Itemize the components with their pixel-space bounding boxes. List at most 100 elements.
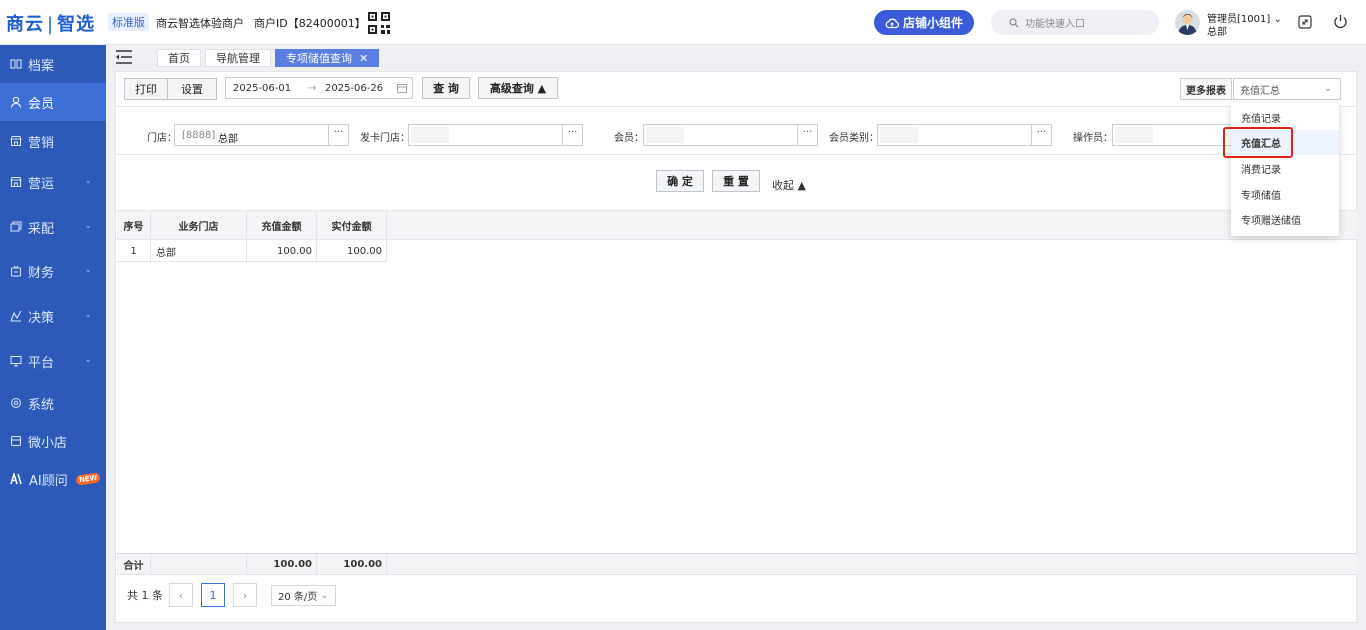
sidebar-item-marketing[interactable]: 营销 <box>0 122 106 160</box>
store-label: 门店： <box>147 133 177 144</box>
ai-icon <box>10 473 22 485</box>
current-page-button[interactable]: 1 <box>201 583 225 607</box>
column-header-paid: 实付金额 <box>317 211 387 240</box>
monitor-icon <box>10 356 22 367</box>
chevron-down-icon: ⌄ <box>84 221 92 231</box>
divider <box>116 106 1356 107</box>
date-arrow: → <box>308 83 317 94</box>
gear-icon <box>11 398 21 408</box>
power-icon[interactable] <box>1333 14 1348 29</box>
sidebar-item-member[interactable]: 会员 <box>0 83 106 121</box>
top-header: 商云 | 智选 标准版 商云智选体验商户 商户ID【82400001】 店铺小组件 … <box>0 0 1366 45</box>
menu-item-special-stored[interactable]: 专项储值 <box>1231 182 1339 207</box>
close-icon[interactable]: ✕ <box>359 52 368 65</box>
tab-nav-management[interactable]: 导航管理 <box>205 49 271 67</box>
date-to[interactable]: 2025-06-26 <box>325 83 383 94</box>
sidebar-item-procurement[interactable]: 采配 ⌄ <box>0 208 106 246</box>
user-icon <box>10 96 22 108</box>
merchant-name: 商云智选体验商户 <box>156 17 244 30</box>
chevron-down-icon: ⌄ <box>84 355 92 365</box>
prev-page-button[interactable]: ‹ <box>169 583 193 607</box>
column-header-charge: 充值金额 <box>247 211 317 240</box>
cell-store: 总部 <box>151 241 247 262</box>
chart-icon <box>10 310 22 322</box>
box-icon <box>10 221 22 232</box>
sidebar-item-decision[interactable]: 决策 ⌄ <box>0 297 106 335</box>
pager-total: 共 1 条 <box>127 589 163 602</box>
sidebar: 档案 会员 营销 营运 ⌄ 采配 ⌄ 财务 ⌄ 决策 ⌄ 平台 ⌄ 系统 微小店 <box>0 45 106 630</box>
footer-label: 合计 <box>117 554 151 575</box>
sidebar-item-operation[interactable]: 营运 ⌄ <box>0 163 106 201</box>
page-size-select[interactable]: 20 条/页 ⌄ <box>271 585 336 606</box>
card-store-field[interactable]: ··· <box>408 124 583 146</box>
member-picker-button[interactable]: ··· <box>797 125 817 145</box>
sidebar-item-finance[interactable]: 财务 ⌄ <box>0 252 106 290</box>
collapse-toggle[interactable]: 收起 ▲ <box>772 177 806 193</box>
card-store-label: 发卡门店： <box>360 133 410 144</box>
shop-icon <box>10 177 22 187</box>
sidebar-item-platform[interactable]: 平台 ⌄ <box>0 342 106 380</box>
shop-icon <box>10 136 22 146</box>
menu-item-consume-records[interactable]: 消费记录 <box>1231 156 1339 181</box>
highlight-box <box>1223 127 1293 158</box>
quick-search-input[interactable]: 功能快速入口 <box>991 10 1159 35</box>
advanced-query-button[interactable]: 高级查询 ▲ <box>478 77 558 99</box>
member-type-picker-button[interactable]: ··· <box>1031 125 1051 145</box>
menu-item-special-gift-stored[interactable]: 专项赠送储值 <box>1231 207 1339 232</box>
search-icon <box>1009 17 1019 27</box>
menu-toggle-icon[interactable] <box>115 49 133 65</box>
sidebar-item-archive[interactable]: 档案 <box>0 45 106 83</box>
operator-field[interactable] <box>1112 124 1232 146</box>
table-footer: 合计 100.00 100.00 <box>117 553 1357 575</box>
member-field[interactable]: ··· <box>643 124 818 146</box>
cell-charge: 100.00 <box>247 241 317 262</box>
archive-icon <box>10 59 22 69</box>
chevron-down-icon: ⌄ <box>320 590 329 601</box>
merchant-id: 商户ID【82400001】 <box>254 17 366 30</box>
next-page-button[interactable]: › <box>233 583 257 607</box>
new-badge: NEW <box>75 472 101 486</box>
query-button[interactable]: 查 询 <box>422 77 470 99</box>
footer-store <box>151 554 247 575</box>
footer-charge: 100.00 <box>247 554 317 575</box>
sidebar-item-mini-store[interactable]: 微小店 <box>0 422 106 460</box>
report-dropdown-menu: 充值记录 充值汇总 消费记录 专项储值 专项赠送储值 <box>1231 103 1339 236</box>
footer-paid: 100.00 <box>317 554 387 575</box>
qr-code-icon[interactable] <box>368 12 390 34</box>
sidebar-item-system[interactable]: 系统 <box>0 384 106 422</box>
wallet-icon <box>11 265 21 277</box>
settings-button[interactable]: 设置 <box>167 78 217 100</box>
chevron-down-icon: ⌄ <box>84 176 92 186</box>
store-widget-button[interactable]: 店铺小组件 <box>874 10 974 35</box>
column-header-no: 序号 <box>117 211 151 240</box>
store-picker-button[interactable]: ··· <box>328 125 348 145</box>
operator-label: 操作员： <box>1073 133 1113 144</box>
logo: 商云 | 智选 <box>6 14 96 35</box>
date-range-picker[interactable]: 2025-06-01 → 2025-06-26 <box>225 77 413 99</box>
column-header-filler <box>387 211 1357 240</box>
avatar[interactable] <box>1175 10 1200 35</box>
member-label: 会员： <box>614 133 644 144</box>
store-field[interactable]: [8888] 总部 ··· <box>174 124 349 146</box>
more-reports-label: 更多报表 <box>1180 78 1232 100</box>
user-store: 总部 <box>1207 27 1227 38</box>
confirm-button[interactable]: 确 定 <box>656 170 704 192</box>
print-button[interactable]: 打印 <box>124 78 168 100</box>
tab-home[interactable]: 首页 <box>157 49 201 67</box>
chevron-down-icon: ⌄ <box>1323 83 1332 94</box>
date-from[interactable]: 2025-06-01 <box>233 83 291 94</box>
column-header-store: 业务门店 <box>151 211 247 240</box>
calendar-icon <box>397 84 407 93</box>
card-store-picker-button[interactable]: ··· <box>562 125 582 145</box>
tab-special-stored-value[interactable]: 专项储值查询 ✕ <box>275 49 380 67</box>
fullscreen-icon[interactable] <box>1298 15 1312 29</box>
divider <box>116 154 1356 155</box>
cell-paid: 100.00 <box>317 241 387 262</box>
member-type-label: 会员类别： <box>829 133 879 144</box>
reset-button[interactable]: 重 置 <box>712 170 760 192</box>
main-panel: 打印 设置 2025-06-01 → 2025-06-26 查 询 高级查询 ▲… <box>115 71 1357 623</box>
member-type-field[interactable]: ··· <box>877 124 1052 146</box>
chevron-down-icon: ⌄ <box>84 265 92 275</box>
sidebar-item-ai-advisor[interactable]: AI顾问 NEW <box>0 460 106 498</box>
report-select[interactable]: 充值汇总 ⌄ <box>1233 78 1341 100</box>
